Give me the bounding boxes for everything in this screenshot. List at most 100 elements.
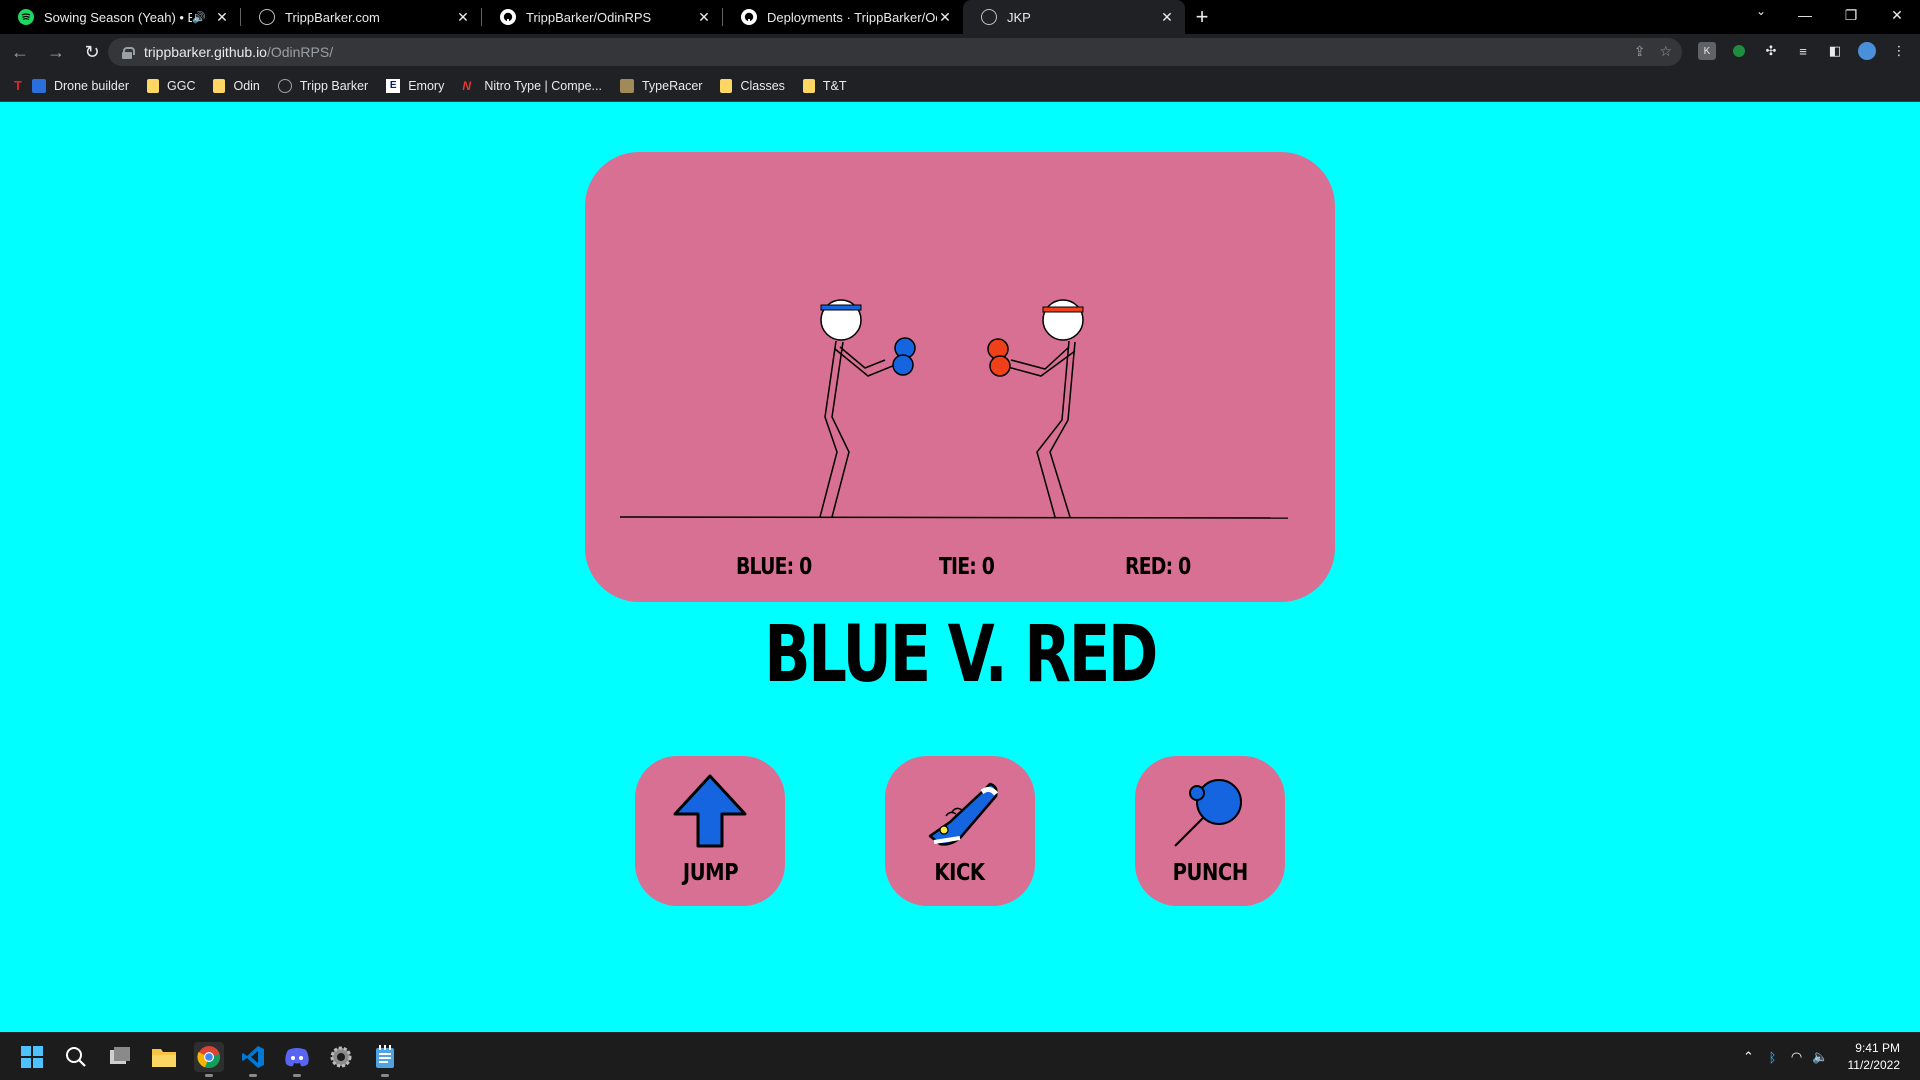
- url-host: trippbarker.github.io: [144, 44, 267, 60]
- red-score: RED: 0: [1125, 554, 1191, 580]
- bookmark-emory[interactable]: E Emory: [386, 78, 444, 93]
- spotify-icon: [18, 9, 34, 25]
- bookmark-drone-builder[interactable]: Drone builder: [31, 78, 129, 93]
- tab-github-repo[interactable]: TrippBarker/OdinRPS ✕: [482, 0, 722, 34]
- bookmark-typeracer[interactable]: TypeRacer: [619, 78, 703, 93]
- github-icon: [741, 9, 757, 25]
- forward-icon[interactable]: →: [40, 36, 72, 68]
- side-panel-icon[interactable]: ◧: [1826, 42, 1844, 60]
- bookmark-label: Classes: [740, 78, 785, 93]
- bookmark-label: Nitro Type | Compe...: [484, 78, 602, 93]
- tie-score: TIE: 0: [939, 554, 995, 580]
- folder-icon: [213, 78, 226, 93]
- punch-label-text: PUNCH: [1172, 860, 1248, 886]
- matchup-title: BLUE V. RED: [0, 610, 1920, 700]
- windows-start-icon[interactable]: [17, 1042, 47, 1072]
- share-icon[interactable]: ⇪: [1634, 43, 1646, 60]
- vscode-icon[interactable]: [238, 1042, 268, 1077]
- tab-search-icon[interactable]: ⌄: [1750, 4, 1772, 18]
- close-tab-icon[interactable]: ✕: [214, 9, 230, 26]
- bookmark-odin[interactable]: Odin: [213, 78, 260, 93]
- menu-kebab-icon[interactable]: ⋮: [1890, 42, 1908, 60]
- url-path: /OdinRPS/: [266, 44, 334, 60]
- bookmark-label: T&T: [822, 78, 847, 93]
- close-tab-icon[interactable]: ✕: [1159, 9, 1175, 26]
- settings-icon[interactable]: [326, 1042, 356, 1072]
- puzzle-icon[interactable]: ✣: [1762, 42, 1780, 60]
- folder-icon: [802, 78, 815, 93]
- browser-toolbar: ← → ↻ trippbarker.github.io/OdinRPS/ ⇪ ☆…: [0, 34, 1920, 70]
- sneaker-icon: [928, 782, 998, 846]
- search-icon[interactable]: [61, 1042, 91, 1072]
- bluetooth-icon[interactable]: ᛒ: [1762, 1050, 1784, 1065]
- lock-icon[interactable]: [122, 46, 135, 59]
- tab-jkp[interactable]: JKP ✕: [963, 0, 1185, 34]
- extension-green-icon[interactable]: [1730, 42, 1748, 60]
- tesla-icon: T: [14, 78, 22, 93]
- globe-icon: [277, 78, 292, 93]
- address-bar[interactable]: trippbarker.github.io/OdinRPS/ ⇪ ☆: [108, 38, 1682, 66]
- task-view-icon[interactable]: [105, 1042, 135, 1072]
- bookmark-star-icon[interactable]: ☆: [1659, 43, 1672, 60]
- bookmark-label: Odin: [233, 78, 260, 93]
- kick-button[interactable]: KICK: [885, 756, 1035, 906]
- extensions-area: K ✣ ≡ ◧ ⋮: [1698, 42, 1908, 60]
- folder-icon: [147, 78, 159, 93]
- file-explorer-icon[interactable]: [149, 1042, 179, 1072]
- bookmark-nitro-type[interactable]: N Nitro Type | Compe...: [462, 79, 602, 93]
- up-arrow-icon: [673, 774, 747, 848]
- tab-title: Sowing Season (Yeah) • Bran: [44, 9, 193, 25]
- chrome-icon[interactable]: [194, 1042, 224, 1077]
- wifi-icon[interactable]: ◠: [1786, 1049, 1808, 1065]
- punch-label: PUNCH: [1135, 860, 1285, 886]
- notepad-icon[interactable]: [370, 1042, 400, 1077]
- profile-avatar-icon[interactable]: [1858, 42, 1876, 60]
- drone-icon: [31, 78, 46, 93]
- tab-strip: Sowing Season (Yeah) • Bran 🔊 ✕ TrippBar…: [0, 0, 1920, 34]
- media-queue-icon[interactable]: ≡: [1794, 42, 1812, 60]
- fighters-illustration: [619, 299, 1289, 519]
- close-window-icon[interactable]: ✕: [1874, 0, 1920, 30]
- window-controls: — ❐ ✕: [1782, 0, 1920, 30]
- speaker-icon[interactable]: 🔊: [192, 11, 206, 24]
- fight-arena: BLUE: 0 TIE: 0 RED: 0: [585, 152, 1335, 602]
- bookmark-label: Tripp Barker: [299, 78, 369, 93]
- jump-label: JUMP: [635, 860, 785, 886]
- punch-button[interactable]: PUNCH: [1135, 756, 1285, 906]
- globe-icon: [981, 9, 997, 25]
- new-tab-button[interactable]: +: [1185, 0, 1219, 34]
- back-icon[interactable]: ←: [4, 36, 36, 68]
- close-tab-icon[interactable]: ✕: [455, 9, 471, 26]
- close-tab-icon[interactable]: ✕: [937, 9, 953, 26]
- typeracer-icon: [619, 78, 634, 93]
- extension-k-icon[interactable]: K: [1698, 42, 1716, 60]
- bookmark-ggc[interactable]: GGC: [147, 78, 195, 93]
- blue-score: BLUE: 0: [736, 554, 812, 580]
- kick-label-text: KICK: [934, 860, 986, 886]
- restore-icon[interactable]: ❐: [1828, 0, 1874, 30]
- clock[interactable]: 9:41 PM 11/2/2022: [1848, 1040, 1901, 1074]
- emory-icon: E: [386, 78, 401, 93]
- close-tab-icon[interactable]: ✕: [696, 9, 712, 26]
- boxing-glove-icon: [1174, 779, 1242, 847]
- bookmark-tt[interactable]: T&T: [802, 78, 847, 93]
- bookmark-label: TypeRacer: [641, 78, 703, 93]
- red-fighter: [987, 299, 1084, 518]
- ground-line: [619, 516, 1289, 519]
- kick-label: KICK: [885, 860, 1035, 886]
- reload-icon[interactable]: ↻: [76, 36, 108, 68]
- tab-github-deployments[interactable]: Deployments · TrippBarker/OdinF ✕: [723, 0, 963, 34]
- bookmark-tripp-barker[interactable]: Tripp Barker: [277, 78, 369, 93]
- bookmark-apps[interactable]: T: [14, 78, 22, 93]
- minimize-icon[interactable]: —: [1782, 0, 1828, 30]
- bookmark-classes[interactable]: Classes: [720, 78, 785, 93]
- discord-icon[interactable]: [282, 1042, 312, 1077]
- tab-trippbarker[interactable]: TrippBarker.com ✕: [241, 0, 481, 34]
- github-icon: [500, 9, 516, 25]
- tab-title: JKP: [1007, 9, 1031, 25]
- volume-icon[interactable]: 🔈: [1810, 1049, 1832, 1065]
- chevron-up-icon[interactable]: ⌃: [1738, 1049, 1760, 1065]
- tab-title: Deployments · TrippBarker/OdinF: [767, 9, 937, 25]
- tab-spotify[interactable]: Sowing Season (Yeah) • Bran 🔊 ✕: [0, 0, 240, 34]
- jump-button[interactable]: JUMP: [635, 756, 785, 906]
